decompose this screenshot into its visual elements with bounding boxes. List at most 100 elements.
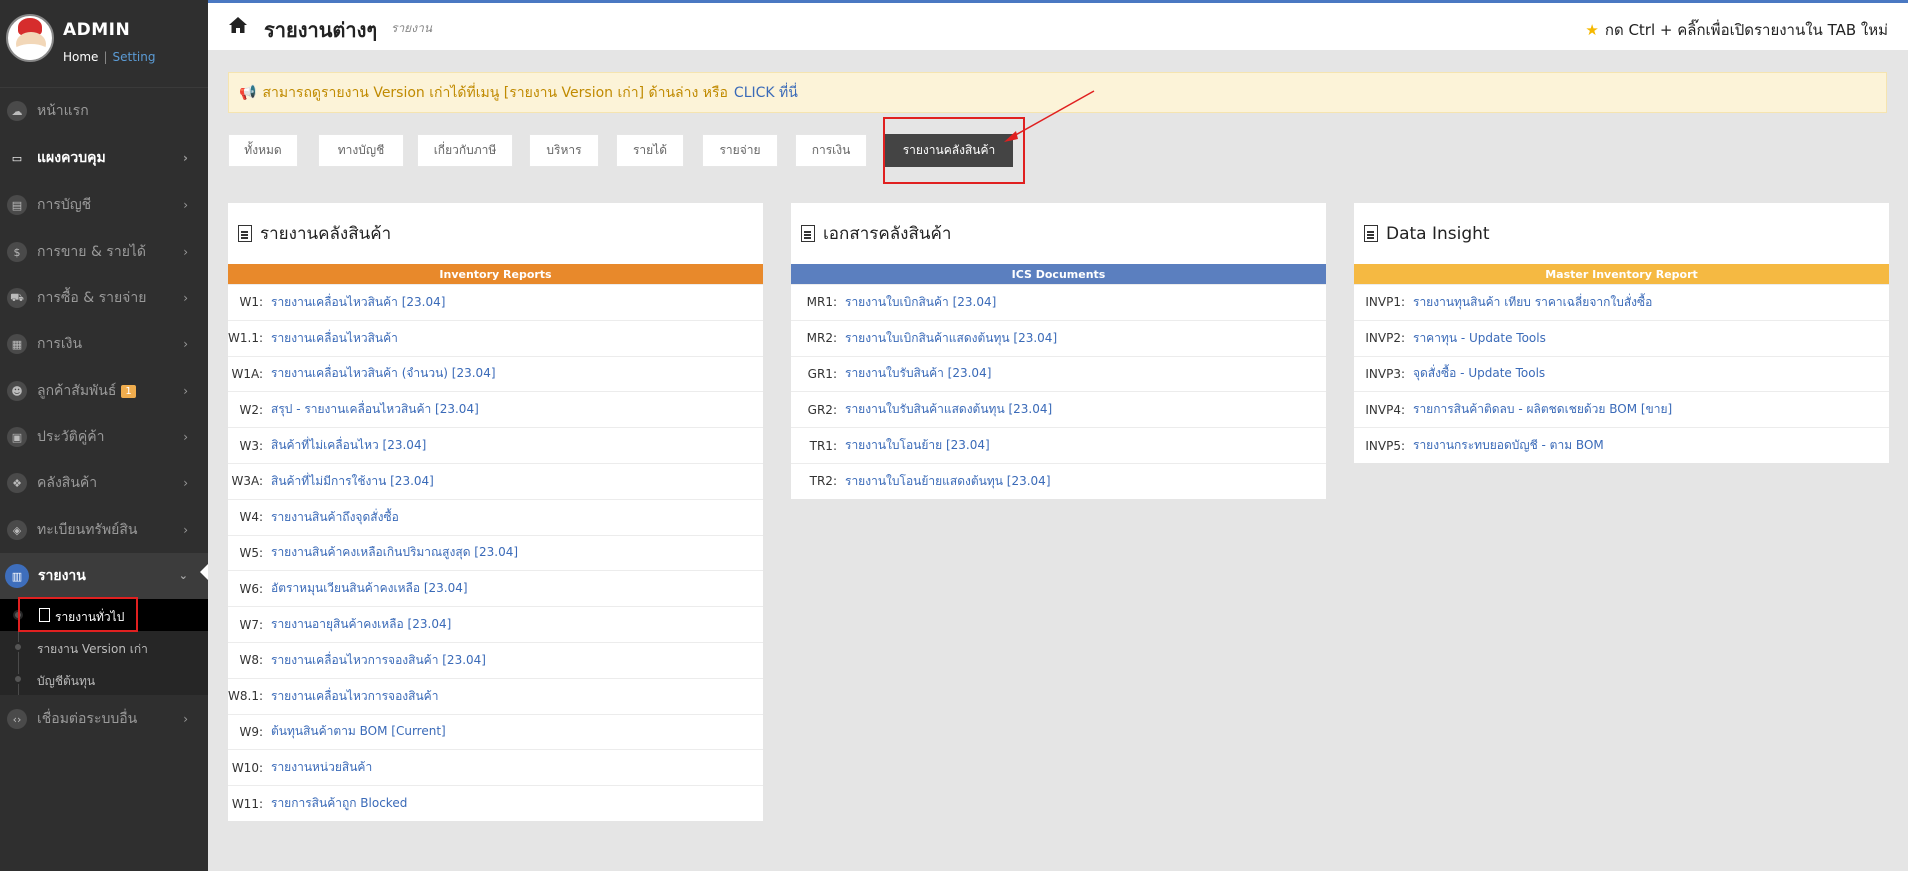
sidebar-item-finance[interactable]: ▦ การเงิน › <box>0 322 208 366</box>
report-row[interactable]: W1: รายงานเคลื่อนไหวสินค้า [23.04] <box>228 284 763 320</box>
report-link[interactable]: รายงานหน่วยสินค้า <box>271 758 372 777</box>
report-link[interactable]: รายการสินค้าถูก Blocked <box>271 794 407 813</box>
contact-book-icon: ▣ <box>7 427 27 447</box>
report-row[interactable]: W6: อัตราหมุนเวียนสินค้าคงเหลือ [23.04] <box>228 570 763 606</box>
link-separator: | <box>103 50 108 64</box>
report-row[interactable]: W4: รายงานสินค้าถึงจุดสั่งซื้อ <box>228 498 763 535</box>
report-link[interactable]: รายงานใบโอนย้าย [23.04] <box>845 436 990 455</box>
tab-expense[interactable]: รายจ่าย <box>702 134 778 167</box>
sidebar-item-label: หน้าแรก <box>37 103 89 119</box>
report-row[interactable]: INVP5: รายงานกระทบยอดบัญชี - ตาม BOM <box>1354 427 1889 463</box>
report-row[interactable]: W5: รายงานสินค้าคงเหลือเกินปริมาณสูงสุด [… <box>228 534 763 571</box>
sidebar-item-integrations[interactable]: ‹› เชื่อมต่อระบบอื่น › <box>0 697 208 741</box>
tab-income[interactable]: รายได้ <box>616 134 684 167</box>
report-code: TR2: <box>809 474 837 489</box>
report-row[interactable]: INVP4: รายการสินค้าติดลบ - ผลิตชดเชยด้วย … <box>1354 391 1889 427</box>
sidebar-item-accounting[interactable]: ▤ การบัญชี › <box>0 183 208 227</box>
report-row[interactable]: W9: ต้นทุนสินค้าตาม BOM [Current] <box>228 713 763 750</box>
report-row[interactable]: GR1: รายงานใบรับสินค้า [23.04] <box>791 355 1326 392</box>
report-code: W3A: <box>231 474 263 489</box>
chevron-right-icon: › <box>183 476 188 490</box>
sidebar-item-label: รายงาน <box>38 568 86 584</box>
submenu-item-label: บัญชีต้นทุน <box>37 674 96 688</box>
report-row[interactable]: W8.1: รายงานเคลื่อนไหวการจองสินค้า <box>228 677 763 714</box>
report-link[interactable]: รายงานทุนสินค้า เทียบ ราคาเฉลี่ยจากใบสั่… <box>1413 293 1652 312</box>
report-link[interactable]: รายงานเคลื่อนไหวการจองสินค้า <box>271 687 438 706</box>
report-icon: ▥ <box>5 564 29 588</box>
avatar[interactable] <box>6 14 54 62</box>
report-row[interactable]: W3A: สินค้าที่ไม่มีการใช้งาน [23.04] <box>228 462 763 499</box>
sidebar-item-label: ลูกค้าสัมพันธ์ <box>37 383 117 399</box>
report-link[interactable]: รายงานใบรับสินค้า [23.04] <box>845 364 991 383</box>
active-indicator <box>200 564 208 580</box>
report-link[interactable]: รายงานใบโอนย้ายแสดงต้นทุน [23.04] <box>845 472 1051 491</box>
tab-tax[interactable]: เกี่ยวกับภาษี <box>417 134 513 167</box>
sidebar-item-home[interactable]: ☁ หน้าแรก <box>0 89 208 133</box>
tab-accounting[interactable]: ทางบัญชี <box>318 134 404 167</box>
report-link[interactable]: รายงานใบเบิกสินค้าแสดงต้นทุน [23.04] <box>845 329 1057 348</box>
report-row[interactable]: W10: รายงานหน่วยสินค้า <box>228 749 763 785</box>
report-row[interactable]: INVP1: รายงานทุนสินค้า เทียบ ราคาเฉลี่ยจา… <box>1354 284 1889 320</box>
home-icon[interactable] <box>228 16 248 34</box>
report-link[interactable]: รายงานกระทบยอดบัญชี - ตาม BOM <box>1413 436 1604 455</box>
report-link[interactable]: รายงานเคลื่อนไหวสินค้า <box>271 329 398 348</box>
setting-link[interactable]: Setting <box>112 50 155 64</box>
tab-finance[interactable]: การเงิน <box>795 134 867 167</box>
report-link[interactable]: รายงานสินค้าคงเหลือเกินปริมาณสูงสุด [23.… <box>271 543 518 562</box>
sidebar-item-partners[interactable]: ▣ ประวัติคู่ค้า › <box>0 415 208 459</box>
tab-management[interactable]: บริหาร <box>529 134 599 167</box>
report-row[interactable]: GR2: รายงานใบรับสินค้าแสดงต้นทุน [23.04] <box>791 391 1326 427</box>
report-list: W1: รายงานเคลื่อนไหวสินค้า [23.04] W1.1: ร… <box>228 284 763 821</box>
alert-text: สามารถดูรายงาน Version เก่าได้ที่เมนู [ร… <box>262 84 728 101</box>
report-row[interactable]: W3: สินค้าที่ไม่เคลื่อนไหว [23.04] <box>228 427 763 463</box>
report-link[interactable]: รายงานเคลื่อนไหวสินค้า [23.04] <box>271 293 445 312</box>
report-link[interactable]: สินค้าที่ไม่มีการใช้งาน [23.04] <box>271 472 434 491</box>
report-link[interactable]: รายงานอายุสินค้าคงเหลือ [23.04] <box>271 615 451 634</box>
report-code: MR2: <box>806 331 837 346</box>
report-row[interactable]: W2: สรุป - รายงานเคลื่อนไหวสินค้า [23.04] <box>228 391 763 427</box>
sidebar-item-crm[interactable]: ☻ ลูกค้าสัมพันธ์ 1 › <box>0 369 208 413</box>
report-link[interactable]: สรุป - รายงานเคลื่อนไหวสินค้า [23.04] <box>271 400 479 419</box>
sidebar: ADMIN Home | Setting ☁ หน้าแรก ▭ แผงควบคุม… <box>0 0 208 871</box>
report-link[interactable]: รายการสินค้าติดลบ - ผลิตชดเชยด้วย BOM [ข… <box>1413 400 1672 419</box>
panel-header: เอกสารคลังสินค้า <box>791 203 1326 264</box>
report-link[interactable]: รายงานสินค้าถึงจุดสั่งซื้อ <box>271 508 399 527</box>
report-link[interactable]: รายงานใบรับสินค้าแสดงต้นทุน [23.04] <box>845 400 1052 419</box>
report-link[interactable]: ต้นทุนสินค้าตาม BOM [Current] <box>271 722 446 741</box>
sidebar-item-dashboard[interactable]: ▭ แผงควบคุม › <box>0 136 208 180</box>
report-row[interactable]: W7: รายงานอายุสินค้าคงเหลือ [23.04] <box>228 606 763 642</box>
report-link[interactable]: สินค้าที่ไม่เคลื่อนไหว [23.04] <box>271 436 426 455</box>
page-title: รายงานต่างๆ <box>264 18 378 42</box>
report-link[interactable]: อัตราหมุนเวียนสินค้าคงเหลือ [23.04] <box>271 579 468 598</box>
report-link[interactable]: รายงานเคลื่อนไหวการจองสินค้า [23.04] <box>271 651 486 670</box>
submenu-item-cost-accounting[interactable]: บัญชีต้นทุน <box>0 663 208 695</box>
chevron-right-icon: › <box>183 291 188 305</box>
report-link[interactable]: ราคาทุน - Update Tools <box>1413 329 1546 348</box>
report-row[interactable]: W1.1: รายงานเคลื่อนไหวสินค้า <box>228 319 763 356</box>
sidebar-item-inventory[interactable]: ❖ คลังสินค้า › <box>0 461 208 505</box>
report-row[interactable]: W8: รายงานเคลื่อนไหวการจองสินค้า [23.04] <box>228 641 763 678</box>
alert-click-link[interactable]: CLICK ที่นี่ <box>734 82 798 104</box>
monitor-icon: ▭ <box>11 151 23 165</box>
report-code: W2: <box>239 402 263 417</box>
sidebar-item-sales[interactable]: $ การขาย & รายได้ › <box>0 230 208 274</box>
sidebar-item-reports[interactable]: ▥ รายงาน ⌄ <box>0 553 208 599</box>
report-row[interactable]: TR1: รายงานใบโอนย้าย [23.04] <box>791 427 1326 463</box>
report-row[interactable]: W11: รายการสินค้าถูก Blocked <box>228 785 763 821</box>
report-row[interactable]: MR1: รายงานใบเบิกสินค้า [23.04] <box>791 284 1326 320</box>
report-link[interactable]: รายงานใบเบิกสินค้า [23.04] <box>845 293 996 312</box>
report-row[interactable]: INVP3: จุดสั่งซื้อ - Update Tools <box>1354 355 1889 392</box>
submenu-item-old-version[interactable]: รายงาน Version เก่า <box>0 631 208 663</box>
profile-links: Home | Setting <box>63 50 155 64</box>
report-link[interactable]: รายงานเคลื่อนไหวสินค้า (จำนวน) [23.04] <box>271 364 496 383</box>
report-row[interactable]: INVP2: ราคาทุน - Update Tools <box>1354 319 1889 356</box>
home-link[interactable]: Home <box>63 50 98 64</box>
report-row[interactable]: W1A: รายงานเคลื่อนไหวสินค้า (จำนวน) [23.0… <box>228 355 763 392</box>
sidebar-item-purchase[interactable]: ⛟ การซื้อ & รายจ่าย › <box>0 276 208 320</box>
tab-all[interactable]: ทั้งหมด <box>228 134 298 167</box>
report-row[interactable]: MR2: รายงานใบเบิกสินค้าแสดงต้นทุน [23.04] <box>791 319 1326 356</box>
sidebar-item-assets[interactable]: ◈ ทะเบียนทรัพย์สิน › <box>0 508 208 552</box>
chevron-right-icon: › <box>183 712 188 726</box>
report-link[interactable]: จุดสั่งซื้อ - Update Tools <box>1413 364 1545 383</box>
report-row[interactable]: TR2: รายงานใบโอนย้ายแสดงต้นทุน [23.04] <box>791 462 1326 499</box>
